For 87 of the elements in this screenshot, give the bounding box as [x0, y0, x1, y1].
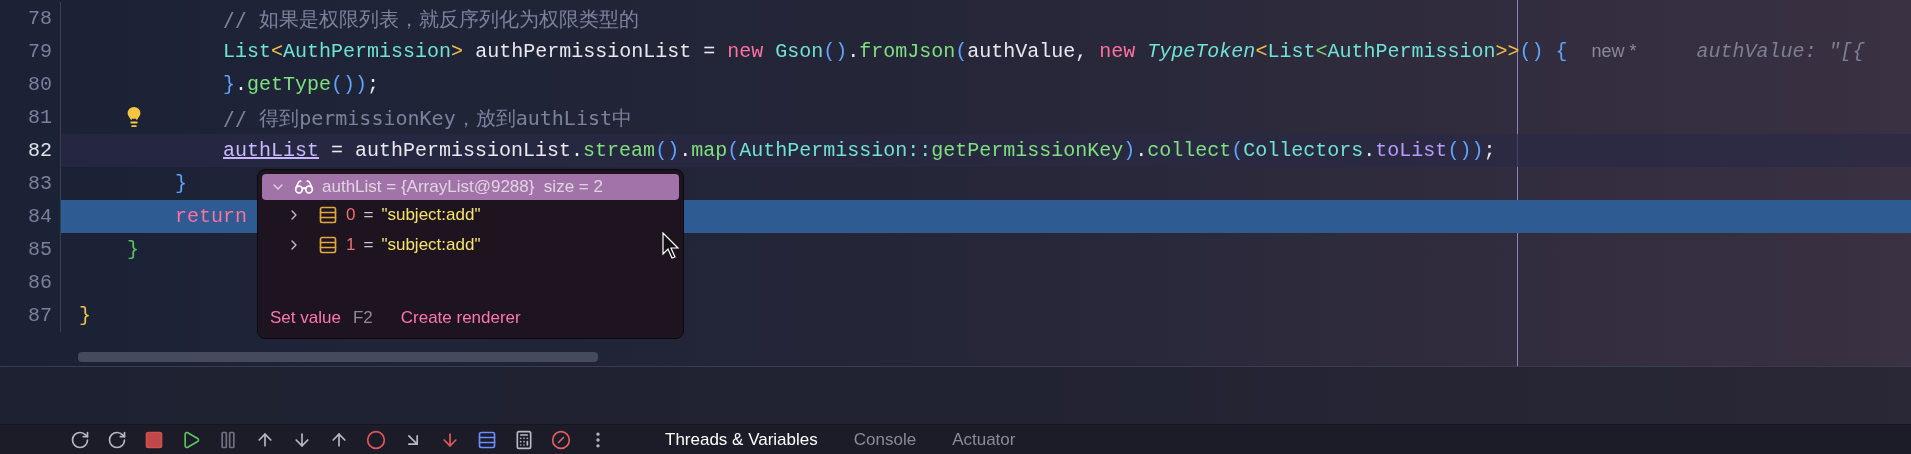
- line-number: 81: [28, 105, 52, 129]
- line-number: 87: [28, 303, 52, 327]
- item-value: "subject:add": [381, 234, 481, 257]
- code-token: () {: [1519, 38, 1568, 65]
- stop-icon[interactable]: [144, 429, 164, 450]
- restart-icon[interactable]: [107, 429, 127, 450]
- code-token: stream: [583, 137, 656, 164]
- line-number: 78: [28, 6, 52, 30]
- code-token: Collectors: [1243, 137, 1364, 164]
- code-token: authValue,: [967, 38, 1089, 65]
- code-token: <: [1315, 38, 1328, 65]
- line-number: 86: [28, 270, 52, 294]
- code-token: .: [679, 137, 692, 164]
- code-token: }: [127, 236, 140, 263]
- action-link[interactable]: Create renderer: [400, 304, 521, 330]
- rerun-icon[interactable]: [70, 429, 90, 450]
- code-token: collect: [1147, 137, 1232, 164]
- code-token: (: [727, 137, 740, 164]
- code-token: }: [79, 302, 91, 329]
- code-token: List: [1267, 38, 1316, 65]
- shortcut-label: F2: [352, 306, 373, 329]
- code-token: ()): [331, 71, 368, 98]
- line-number: 84: [28, 204, 52, 228]
- item-value: "subject:add": [381, 204, 481, 227]
- code-token: Gson: [775, 38, 824, 65]
- code-token: = authPermissionList.: [331, 137, 584, 164]
- debug-tab[interactable]: Actuator: [952, 426, 1016, 453]
- code-token: toList: [1375, 137, 1448, 164]
- code-token: .: [847, 38, 860, 65]
- code-comment: // 得到permissionKey，放到authList中: [223, 104, 632, 132]
- stack-icon: [318, 205, 338, 225]
- code-token: TypeToken: [1147, 38, 1256, 65]
- variable-label: authList = {ArrayList@9288} size = 2: [322, 176, 603, 199]
- code-token: authPermissionList =: [475, 38, 717, 65]
- action-link[interactable]: Set value: [270, 304, 341, 330]
- code-token: map: [691, 137, 728, 164]
- code-token: List: [223, 38, 272, 65]
- line-number: 83: [28, 171, 52, 195]
- frames-icon[interactable]: [477, 429, 497, 450]
- inlay-hint: new *: [1591, 40, 1637, 63]
- code-token: (: [955, 38, 968, 65]
- code-token: fromJson: [859, 38, 956, 65]
- code-token: (: [1231, 137, 1244, 164]
- equals-sign: =: [363, 204, 374, 227]
- code-token: (): [823, 38, 848, 65]
- equals-sign: =: [363, 234, 374, 257]
- code-token: }: [175, 170, 188, 197]
- code-token: .: [235, 71, 248, 98]
- code-token: new: [727, 38, 764, 65]
- glasses-icon: [294, 177, 314, 197]
- code-token: <: [271, 38, 284, 65]
- horizontal-scrollbar[interactable]: [78, 352, 598, 362]
- breakpoints-icon[interactable]: [366, 429, 386, 450]
- code-token: AuthPermission: [1327, 38, 1496, 65]
- code-token: authList: [223, 137, 320, 164]
- evaluate-icon[interactable]: [514, 429, 534, 450]
- debug-tab[interactable]: Threads & Variables: [665, 426, 818, 453]
- code-token: AuthPermission::: [739, 137, 932, 164]
- code-token: ;: [1483, 137, 1496, 164]
- code-token: AuthPermission: [283, 38, 452, 65]
- line-number: 79: [28, 39, 52, 63]
- code-token: getPermissionKey: [931, 137, 1124, 164]
- code-token: .: [1135, 137, 1148, 164]
- code-token: new: [1099, 38, 1136, 65]
- code-token: ;: [367, 71, 380, 98]
- code-token: >: [451, 38, 464, 65]
- line-number: 85: [28, 237, 52, 261]
- code-token: <: [1255, 38, 1268, 65]
- stack-icon: [318, 235, 338, 255]
- code-comment: // 如果是权限列表，就反序列化为权限类型的: [223, 5, 640, 33]
- code-token: getType: [247, 71, 332, 98]
- mute-breakpoints-icon[interactable]: [551, 429, 571, 450]
- debug-tab[interactable]: Console: [853, 426, 917, 453]
- inlay-hint: authValue: "[{: [1696, 38, 1865, 65]
- code-token: ): [1123, 137, 1136, 164]
- item-index: 1: [346, 234, 356, 257]
- code-token: return: [175, 203, 248, 230]
- mouse-cursor-icon: [662, 232, 680, 260]
- code-token: (): [655, 137, 680, 164]
- line-number: 82: [28, 138, 52, 162]
- item-index: 0: [346, 204, 356, 227]
- pause-icon[interactable]: [218, 429, 238, 450]
- code-token: }: [223, 71, 236, 98]
- resume-icon[interactable]: [181, 429, 201, 450]
- code-token: ()): [1447, 137, 1484, 164]
- line-number: 80: [28, 72, 52, 96]
- code-token: .: [1363, 137, 1376, 164]
